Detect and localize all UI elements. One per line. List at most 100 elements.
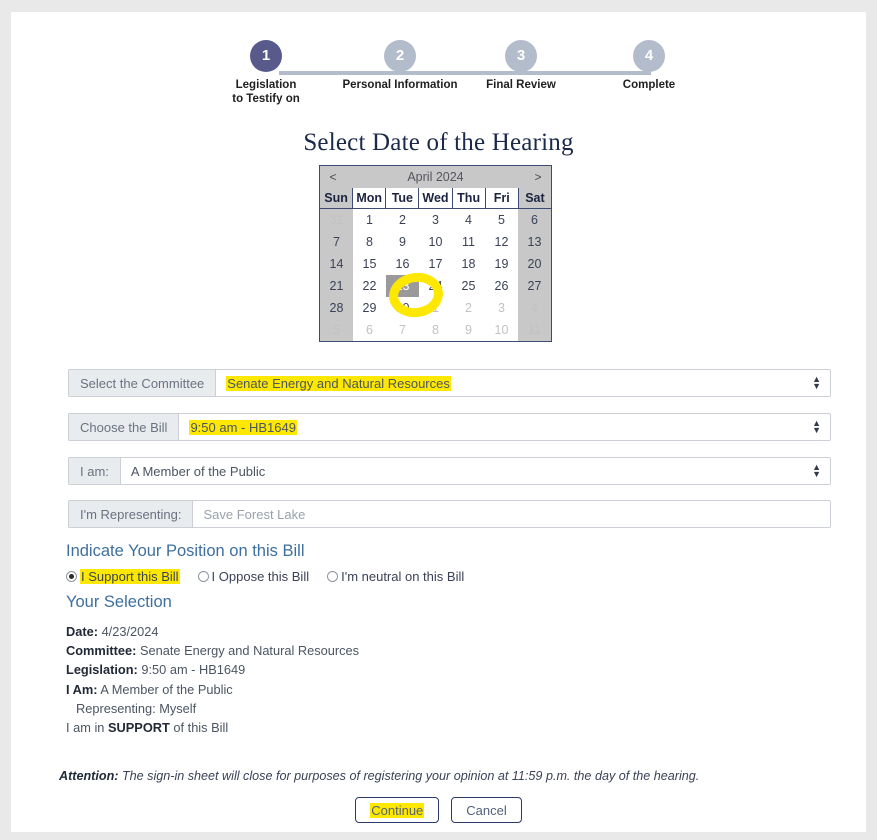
bill-select-label: Choose the Bill: [69, 414, 180, 440]
calendar-day[interactable]: 2: [386, 209, 419, 231]
calendar-day[interactable]: 15: [353, 253, 386, 275]
role-select-label: I am:: [69, 458, 121, 484]
summary-position-value: SUPPORT: [107, 720, 170, 736]
summary-section-heading: Your Selection: [66, 593, 172, 611]
stepper-step-4[interactable]: 4 Complete: [589, 40, 709, 93]
committee-select-row[interactable]: Select the Committee Senate Energy and N…: [68, 369, 831, 397]
role-select-value[interactable]: A Member of the Public ▲ ▼: [121, 458, 830, 484]
stepper-step-3[interactable]: 3 Final Review: [461, 40, 581, 93]
stepper-label-1: Legislation to Testify on: [232, 79, 300, 105]
calendar-day: 6: [353, 319, 386, 341]
calendar-next-month-icon[interactable]: >: [525, 170, 551, 184]
position-radio-1[interactable]: I Oppose this Bill: [197, 569, 310, 584]
cancel-button[interactable]: Cancel: [451, 797, 522, 823]
chevron-updown-icon[interactable]: ▲ ▼: [812, 375, 821, 391]
continue-button[interactable]: Continue: [355, 797, 440, 823]
calendar-day[interactable]: 8: [353, 231, 386, 253]
calendar-day[interactable]: 26: [485, 275, 518, 297]
calendar-day[interactable]: 27: [518, 275, 551, 297]
continue-button-label: Continue: [370, 802, 425, 818]
page-title: Select Date of the Hearing: [303, 129, 574, 156]
chevron-updown-icon[interactable]: ▲ ▼: [812, 419, 821, 435]
radio-button-icon[interactable]: [66, 571, 77, 582]
calendar-grid[interactable]: 31 1 2 3 4 5 6 7 8 9 10 11 12 13 14 15 16 17 18 19 20 21 22 23 2…: [320, 209, 551, 341]
representing-input-row[interactable]: I'm Representing: Save Forest Lake: [68, 500, 831, 528]
calendar-day[interactable]: 10: [419, 231, 452, 253]
position-radio-group[interactable]: I Support this Bill I Oppose this Bill I'm…: [66, 569, 482, 584]
calendar-day[interactable]: 20: [518, 253, 551, 275]
calendar-day[interactable]: 14: [320, 253, 353, 275]
chevron-updown-icon[interactable]: ▲ ▼: [812, 463, 821, 479]
calendar-day[interactable]: 3: [419, 209, 452, 231]
calendar-day[interactable]: 7: [320, 231, 353, 253]
representing-input-label: I'm Representing:: [69, 501, 194, 527]
calendar-day[interactable]: 9: [386, 231, 419, 253]
calendar-dow-mon: Mon: [353, 188, 387, 209]
bill-select-row[interactable]: Choose the Bill 9:50 am - HB1649 ▲ ▼: [68, 413, 831, 441]
attention-notice: Attention: The sign-in sheet will close …: [59, 769, 699, 783]
radio-button-icon[interactable]: [197, 571, 209, 582]
calendar-prev-month-icon[interactable]: <: [320, 170, 346, 184]
calendar-week-row: 31 1 2 3 4 5 6: [320, 209, 551, 231]
date-picker-calendar[interactable]: < April 2024 > Sun Mon Tue Wed Thu Fri Sat 31 1…: [319, 165, 552, 342]
calendar-day: 2: [452, 297, 485, 319]
attention-label: Attention:: [59, 769, 119, 783]
calendar-day[interactable]: 25: [452, 275, 485, 297]
calendar-day-headers: Sun Mon Tue Wed Thu Fri Sat: [320, 188, 551, 209]
calendar-day[interactable]: 21: [320, 275, 353, 297]
calendar-day[interactable]: 16: [386, 253, 419, 275]
position-radio-0[interactable]: I Support this Bill: [66, 569, 180, 584]
calendar-day[interactable]: 13: [518, 231, 551, 253]
summary-date-value: 4/23/2024: [101, 624, 159, 639]
calendar-day[interactable]: 12: [485, 231, 518, 253]
calendar-day[interactable]: 22: [353, 275, 386, 297]
calendar-day[interactable]: 30: [386, 297, 419, 319]
calendar-day[interactable]: 19: [485, 253, 518, 275]
summary-position-row: I am in SUPPORT of this Bill: [66, 718, 359, 737]
calendar-dow-wed: Wed: [419, 188, 453, 209]
stepper-step-1[interactable]: 1 Legislation to Testify on: [206, 40, 326, 106]
representing-input-value[interactable]: Save Forest Lake: [193, 501, 830, 527]
calendar-day[interactable]: 4: [452, 209, 485, 231]
position-radio-label: I Support this Bill: [80, 569, 180, 584]
position-radio-label: I Oppose this Bill: [211, 569, 310, 584]
calendar-day: 1: [419, 297, 452, 319]
calendar-day: 9: [452, 319, 485, 341]
calendar-day[interactable]: 1: [353, 209, 386, 231]
selection-summary: Date: 4/23/2024 Committee: Senate Energy…: [66, 622, 359, 737]
calendar-day: 5: [320, 319, 353, 341]
position-radio-label: I'm neutral on this Bill: [341, 569, 465, 584]
summary-legislation-row: Legislation: 9:50 am - HB1649: [66, 660, 359, 679]
calendar-day[interactable]: 11: [452, 231, 485, 253]
calendar-day[interactable]: 18: [452, 253, 485, 275]
calendar-week-row: 21 22 23 24 25 26 27: [320, 275, 551, 297]
page-container: 1 Legislation to Testify on 2 Personal Infor…: [11, 12, 866, 832]
radio-button-icon[interactable]: [327, 571, 339, 582]
calendar-day[interactable]: 28: [320, 297, 353, 319]
summary-committee-row: Committee: Senate Energy and Natural Res…: [66, 641, 359, 660]
summary-date-label: Date:: [66, 624, 98, 639]
calendar-day[interactable]: 29: [353, 297, 386, 319]
form-actions: Continue Cancel: [11, 797, 866, 823]
stepper-step-2[interactable]: 2 Personal Information: [340, 40, 460, 93]
calendar-day[interactable]: 6: [518, 209, 551, 231]
summary-legislation-label: Legislation:: [66, 662, 138, 678]
calendar-day[interactable]: 5: [485, 209, 518, 231]
committee-select-value[interactable]: Senate Energy and Natural Resources ▲ ▼: [216, 370, 830, 396]
calendar-day[interactable]: 17: [419, 253, 452, 275]
calendar-day: 10: [485, 319, 518, 341]
role-select-row[interactable]: I am: A Member of the Public ▲ ▼: [68, 457, 831, 485]
calendar-day: 4: [518, 297, 551, 319]
calendar-dow-thu: Thu: [452, 188, 486, 209]
summary-committee-value: Senate Energy and Natural Resources: [139, 643, 360, 659]
bill-select-value[interactable]: 9:50 am - HB1649 ▲ ▼: [179, 414, 830, 440]
position-radio-2[interactable]: I'm neutral on this Bill: [327, 569, 464, 584]
calendar-day: 8: [419, 319, 452, 341]
calendar-day[interactable]: 24: [419, 275, 452, 297]
calendar-day-selected[interactable]: 23: [386, 275, 419, 297]
summary-date-row: Date: 4/23/2024: [66, 622, 359, 641]
calendar-header: < April 2024 >: [320, 166, 551, 188]
summary-role-value: A Member of the Public: [100, 681, 233, 697]
calendar-week-row: 14 15 16 17 18 19 20: [320, 253, 551, 275]
calendar-week-row: 28 29 30 1 2 3 4: [320, 297, 551, 319]
